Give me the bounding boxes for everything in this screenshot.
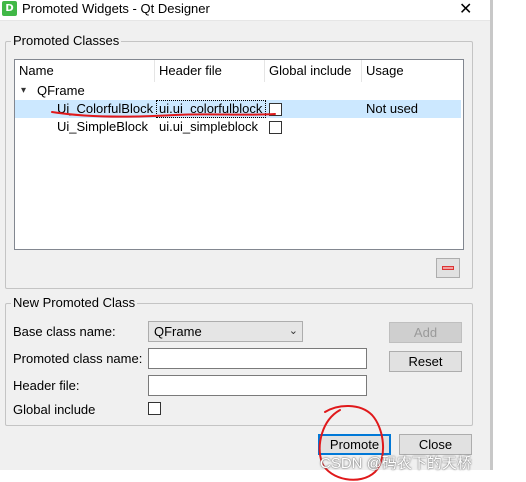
window-close-icon[interactable]: ✕ — [459, 0, 472, 18]
background-strip — [493, 0, 526, 470]
row-usage: Not used — [366, 101, 419, 116]
row-header-file[interactable]: ui.ui_colorfulblock — [159, 100, 262, 118]
chevron-down-icon[interactable]: ▾ — [21, 82, 26, 100]
promoted-class-name-input[interactable] — [148, 348, 367, 369]
csdn-watermark: CSDN @码农下的天桥 — [320, 455, 472, 472]
table-row[interactable]: Ui_ColorfulBlock ui.ui_colorfulblock Not… — [15, 100, 461, 118]
qt-designer-app-icon: D — [2, 1, 17, 16]
tree-group-row[interactable]: ▾ QFrame — [15, 82, 461, 100]
row-name: Ui_SimpleBlock — [57, 119, 149, 134]
promoted-classes-title: Promoted Classes — [11, 33, 122, 48]
remove-class-button[interactable] — [436, 258, 460, 278]
column-header-header-file[interactable]: Header file — [155, 60, 265, 82]
header-file-label: Header file: — [13, 378, 80, 393]
new-promoted-class-title: New Promoted Class — [11, 295, 138, 310]
row-name: Ui_ColorfulBlock — [57, 101, 154, 116]
table-row[interactable]: Ui_SimpleBlock ui.ui_simpleblock — [15, 118, 461, 136]
global-include-label: Global include — [13, 402, 96, 417]
promoted-class-name-label: Promoted class name: — [13, 351, 143, 366]
header-file-input[interactable] — [148, 375, 367, 396]
base-class-label: QFrame — [37, 83, 85, 98]
promoted-classes-tree[interactable]: Name Header file Global include Usage ▾ … — [14, 59, 464, 250]
row-global-include-checkbox[interactable] — [269, 103, 282, 116]
global-include-checkbox[interactable] — [148, 402, 161, 415]
promoted-widgets-dialog: D Promoted Widgets - Qt Designer ✕ Promo… — [0, 0, 491, 470]
title-bar: D Promoted Widgets - Qt Designer ✕ — [0, 0, 490, 21]
base-class-select[interactable]: QFrame ⌄ — [148, 321, 303, 342]
row-header-file: ui.ui_simpleblock — [159, 119, 258, 134]
column-header-usage[interactable]: Usage — [362, 60, 461, 82]
base-class-name-label: Base class name: — [13, 324, 116, 339]
add-button[interactable]: Add — [389, 322, 462, 343]
reset-button[interactable]: Reset — [389, 351, 462, 372]
minus-icon — [442, 266, 454, 270]
chevron-down-icon: ⌄ — [288, 324, 298, 337]
column-header-name[interactable]: Name — [15, 60, 155, 82]
row-global-include-checkbox[interactable] — [269, 121, 282, 134]
column-header-global-include[interactable]: Global include — [265, 60, 362, 82]
base-class-select-value: QFrame — [154, 324, 202, 339]
window-title: Promoted Widgets - Qt Designer — [22, 1, 210, 16]
